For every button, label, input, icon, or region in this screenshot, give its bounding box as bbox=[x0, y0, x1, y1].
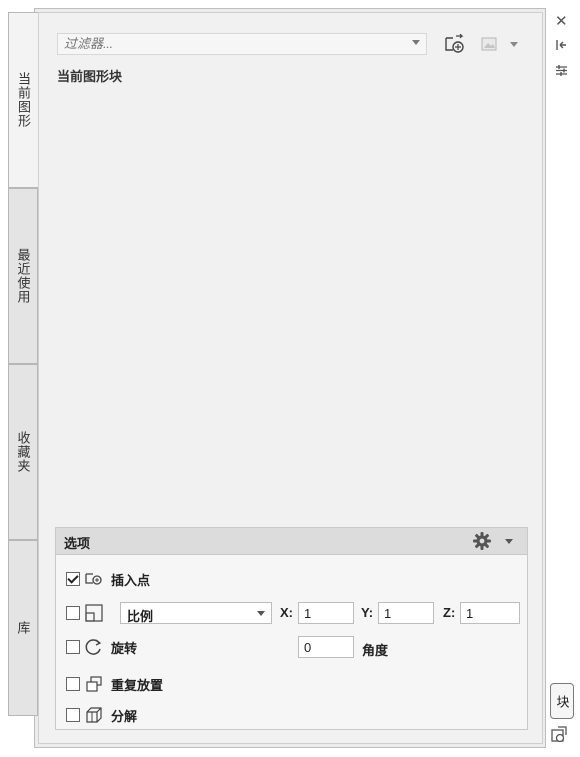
scale-dropdown[interactable]: 比例 bbox=[120, 602, 272, 624]
repeat-placement-icon bbox=[85, 675, 103, 693]
view-options-chevron-icon[interactable] bbox=[505, 33, 523, 55]
tab-label: 库 bbox=[15, 621, 31, 635]
options-panel: 选项 bbox=[55, 527, 528, 730]
chevron-down-icon[interactable] bbox=[505, 539, 513, 544]
filter-combobox[interactable] bbox=[57, 33, 427, 55]
options-title: 选项 bbox=[64, 536, 91, 551]
insert-point-label: 插入点 bbox=[111, 572, 151, 588]
tab-label: 收藏夹 bbox=[15, 431, 31, 473]
insert-point-icon bbox=[85, 570, 103, 588]
panel-menu-icon[interactable] bbox=[550, 724, 570, 747]
explode-checkbox[interactable] bbox=[66, 708, 80, 722]
tab-label: 最近使用 bbox=[15, 248, 31, 304]
options-header[interactable]: 选项 bbox=[56, 528, 527, 555]
scale-checkbox[interactable] bbox=[66, 606, 80, 620]
rotate-angle-input[interactable]: 0 bbox=[298, 636, 354, 658]
explode-icon bbox=[85, 706, 103, 724]
scale-x-input[interactable]: 1 bbox=[298, 602, 354, 624]
chevron-down-icon[interactable] bbox=[412, 40, 420, 45]
rotate-row: 旋转 bbox=[66, 636, 137, 658]
angle-label: 角度 bbox=[362, 643, 389, 658]
scale-y-input[interactable]: 1 bbox=[378, 602, 434, 624]
insert-from-file-icon[interactable] bbox=[443, 33, 467, 55]
explode-label: 分解 bbox=[111, 708, 138, 724]
insert-point-row: 插入点 bbox=[66, 568, 150, 590]
scale-row bbox=[66, 602, 103, 624]
repeat-placement-label: 重复放置 bbox=[111, 677, 164, 693]
y-label: Y: bbox=[361, 605, 374, 620]
tab-recent[interactable]: 最近使用 bbox=[8, 188, 38, 364]
repeat-row: 重复放置 bbox=[66, 673, 163, 695]
tab-label: 当前图形 bbox=[16, 72, 31, 128]
rotate-icon bbox=[85, 638, 103, 656]
z-label: Z: bbox=[443, 605, 456, 620]
section-title: 当前图形块 bbox=[57, 69, 123, 84]
scale-z-input[interactable]: 1 bbox=[460, 602, 520, 624]
filter-input[interactable] bbox=[58, 34, 410, 54]
scale-dropdown-value: 比例 bbox=[127, 609, 154, 624]
auto-hide-icon[interactable] bbox=[555, 39, 567, 54]
thumbnail-view-icon[interactable] bbox=[479, 33, 499, 55]
properties-icon[interactable] bbox=[555, 64, 568, 80]
rotate-checkbox[interactable] bbox=[66, 640, 80, 654]
x-label: X: bbox=[280, 605, 293, 620]
scale-icon bbox=[85, 604, 103, 622]
tab-current-drawing[interactable]: 当前图形 bbox=[8, 12, 38, 188]
explode-row: 分解 bbox=[66, 704, 137, 726]
tab-favorites[interactable]: 收藏夹 bbox=[8, 364, 38, 540]
tab-library[interactable]: 库 bbox=[8, 540, 38, 716]
rotate-label: 旋转 bbox=[111, 640, 138, 656]
repeat-placement-checkbox[interactable] bbox=[66, 677, 80, 691]
insert-point-checkbox[interactable] bbox=[66, 572, 80, 586]
close-icon[interactable]: ✕ bbox=[555, 12, 568, 30]
chevron-down-icon bbox=[257, 611, 265, 616]
gear-icon[interactable] bbox=[472, 531, 492, 556]
block-tab-label: 块 bbox=[554, 694, 570, 708]
block-panel-tab[interactable]: 块 bbox=[550, 683, 574, 719]
